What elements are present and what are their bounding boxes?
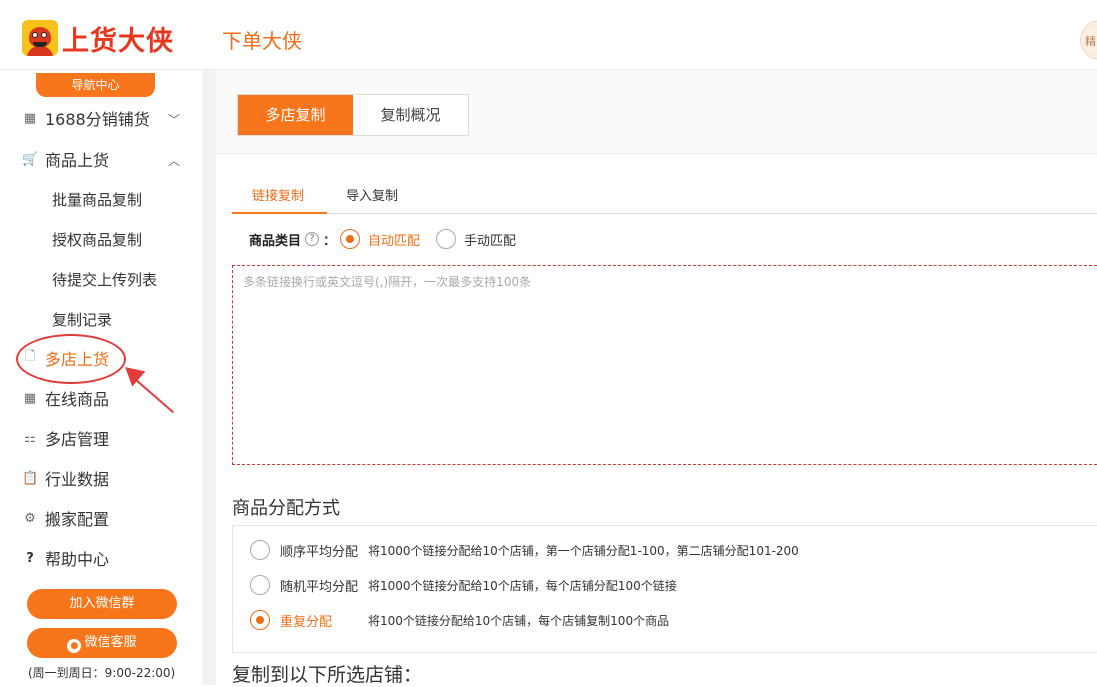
sequential-desc: 将1000个链接分配给10个店铺，第一个店铺分配1-100，第二店铺分配101-… (368, 543, 799, 558)
cart-icon: 🛒 (22, 151, 39, 167)
wechat-icon: ● (67, 639, 82, 653)
sidebar-divider (202, 70, 216, 685)
category-label: 商品类目 (249, 233, 302, 249)
sidebar-item-label: 多店管理 (45, 430, 110, 449)
stores-icon: ⚏ (24, 430, 36, 446)
sequential-label[interactable]: 顺序平均分配 (280, 541, 368, 560)
auto-match-label[interactable]: 自动匹配 (368, 230, 420, 249)
sidebar-item-online-products[interactable]: ▦ 在线商品 (22, 386, 109, 410)
sidebar-item-move-config[interactable]: ⚙ 搬家配置 (22, 506, 109, 530)
distribution-option-repeat[interactable]: 重复分配 将100个链接分配给10个店铺，每个店铺复制100个商品 (250, 610, 669, 630)
sidebar-item-industry-data[interactable]: 📋 行业数据 (22, 466, 109, 490)
top-header: 上货大侠 下单大侠 精 (0, 0, 1097, 70)
grid-icon: ▦ (23, 110, 37, 126)
sidebar-subitem-auth-copy[interactable]: 授权商品复制 (52, 229, 142, 250)
join-wechat-group-button[interactable]: 加入微信群 (27, 589, 177, 619)
category-colon: ： (323, 233, 337, 249)
distribution-option-random[interactable]: 随机平均分配 将1000个链接分配给10个店铺，每个店铺分配100个链接 (250, 575, 677, 595)
sidebar-item-label: 在线商品 (45, 390, 110, 409)
category-row: 商品类目 ? ： 自动匹配 手动匹配 (249, 229, 516, 249)
avatar-text: 精 (1085, 35, 1096, 48)
logo-text: 上货大侠 (62, 25, 174, 57)
repeat-label[interactable]: 重复分配 (280, 611, 368, 630)
app-title[interactable]: 下单大侠 (222, 25, 302, 54)
manual-match-label[interactable]: 手动匹配 (464, 230, 516, 249)
tab-copy-overview[interactable]: 复制概况 (353, 95, 468, 135)
sidebar-item-1688[interactable]: ▦ 1688分销铺货 (22, 106, 150, 130)
clipboard-icon: 📋 (22, 470, 39, 486)
wechat-service-button[interactable]: ● 微信客服 (27, 628, 177, 658)
sidebar-item-label: 1688分销铺货 (45, 110, 150, 129)
sidebar-item-label: 帮助中心 (45, 550, 110, 569)
repeat-desc: 将100个链接分配给10个店铺，每个店铺复制100个商品 (368, 613, 670, 628)
auto-match-radio[interactable] (340, 229, 361, 249)
chevron-up-icon[interactable]: ︿ (168, 152, 180, 169)
app-logo[interactable]: 上货大侠 (22, 20, 174, 57)
random-desc: 将1000个链接分配给10个店铺，每个店铺分配100个链接 (368, 578, 677, 593)
sidebar-item-store-management[interactable]: ⚏ 多店管理 (22, 426, 109, 450)
sequential-radio[interactable] (250, 540, 270, 560)
service-hours: (周一到周日：9:00-22:00) (28, 666, 176, 680)
subtab-underline (232, 212, 327, 214)
mascot-icon (22, 20, 58, 56)
grid-icon: ▦ (23, 390, 37, 406)
tab-group: 多店复制 复制概况 (237, 94, 469, 136)
question-icon: ? (26, 550, 34, 566)
wechat-service-label: 微信客服 (84, 635, 137, 650)
sidebar-item-label: 商品上货 (45, 151, 110, 170)
repeat-radio[interactable] (250, 610, 270, 630)
random-radio[interactable] (250, 575, 270, 595)
sidebar-item-label: 搬家配置 (45, 510, 110, 529)
gear-icon: ⚙ (24, 510, 36, 526)
links-placeholder: 多条链接换行或英文逗号(,)隔开，一次最多支持100条 (243, 275, 532, 289)
chevron-down-icon[interactable]: ﹀ (168, 111, 180, 128)
copy-to-title: 复制到以下所选店铺： (232, 664, 423, 686)
nav-center-badge: 导航中心 (36, 73, 155, 97)
sidebar-item-label: 行业数据 (45, 470, 110, 489)
manual-match-radio[interactable] (436, 229, 457, 249)
avatar[interactable]: 精 (1080, 20, 1097, 60)
links-textarea[interactable]: 多条链接换行或英文逗号(,)隔开，一次最多支持100条 (232, 265, 1097, 465)
random-label[interactable]: 随机平均分配 (280, 576, 368, 595)
annotation-circle (16, 334, 126, 384)
sidebar-item-product-upload[interactable]: 🛒 商品上货 (22, 147, 109, 171)
sidebar-subitem-copy-records[interactable]: 复制记录 (52, 309, 112, 330)
distribution-title: 商品分配方式 (232, 498, 340, 519)
subtab-link-copy[interactable]: 链接复制 (252, 185, 304, 204)
tab-multi-store-copy[interactable]: 多店复制 (238, 95, 353, 135)
subtab-import-copy[interactable]: 导入复制 (346, 185, 398, 204)
sidebar-item-help-center[interactable]: ? 帮助中心 (22, 546, 109, 570)
sidebar-subitem-batch-copy[interactable]: 批量商品复制 (52, 189, 142, 210)
distribution-option-sequential[interactable]: 顺序平均分配 将1000个链接分配给10个店铺，第一个店铺分配1-100，第二店… (250, 540, 799, 560)
help-icon[interactable]: ? (305, 232, 320, 246)
subtab-bar: 链接复制 导入复制 (232, 176, 1097, 214)
sidebar-subitem-pending-list[interactable]: 待提交上传列表 (52, 269, 157, 290)
